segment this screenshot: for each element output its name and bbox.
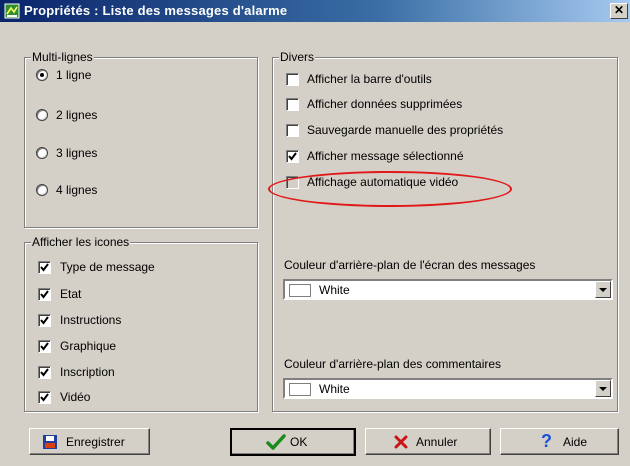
checkbox-checked-icon — [38, 366, 51, 379]
checkbox-label: Afficher message sélectionné — [307, 149, 464, 163]
checkbox-label: Afficher données supprimées — [307, 97, 463, 111]
checkbox-label: Instructions — [60, 313, 122, 327]
cancel-button-label: Annuler — [416, 435, 458, 449]
checkbox-label: Afficher la barre d'outils — [307, 72, 432, 86]
dropdown-arrow-icon[interactable] — [595, 281, 611, 298]
checkbox-label: Graphique — [60, 339, 117, 353]
properties-dialog: Propriétés : Liste des messages d'alarme… — [0, 0, 630, 466]
combo-value: White — [319, 382, 350, 396]
checkbox-unchecked-icon — [286, 98, 299, 111]
show-icons-legend: Afficher les icones — [31, 235, 131, 249]
checkbox-checked-icon — [38, 261, 51, 274]
highlight-ellipse-annotation — [268, 171, 512, 207]
help-button-label: Aide — [563, 435, 588, 449]
multilines-group: Multi-lignes — [24, 50, 258, 228]
cancel-button[interactable]: Annuler — [365, 428, 491, 455]
multilines-legend: Multi-lignes — [31, 50, 94, 64]
checkbox-unchecked-icon — [286, 124, 299, 137]
question-mark-icon: ? — [541, 431, 552, 451]
checkbox-label: Sauvegarde manuelle des propriétés — [307, 123, 504, 137]
title-bar[interactable]: Propriétés : Liste des messages d'alarme… — [0, 0, 630, 22]
ok-button-label: OK — [290, 435, 308, 449]
radio-button-icon — [36, 147, 48, 159]
save-button[interactable]: Enregistrer — [29, 428, 150, 455]
checkbox-checked-icon — [38, 391, 51, 404]
color-swatch — [289, 284, 311, 297]
window-title: Propriétés : Liste des messages d'alarme — [24, 3, 288, 18]
checkbox-checked-icon — [286, 150, 299, 163]
radio-label: 1 ligne — [56, 68, 92, 82]
radio-button-icon — [36, 184, 48, 196]
checkbox-label: Inscription — [60, 365, 115, 379]
radio-button-icon — [36, 109, 48, 121]
radio-label: 2 lignes — [56, 108, 98, 122]
combo-value: White — [319, 283, 350, 297]
floppy-disk-icon — [42, 434, 58, 453]
checkbox-label: Etat — [60, 287, 82, 301]
divers-legend: Divers — [279, 50, 316, 64]
checkbox-checked-icon — [38, 340, 51, 353]
bg-messages-label: Couleur d'arrière-plan de l'écran des me… — [284, 258, 536, 272]
bg-comments-color-select[interactable]: White — [283, 378, 613, 399]
checkbox-unchecked-icon — [286, 73, 299, 86]
dropdown-arrow-icon[interactable] — [595, 380, 611, 397]
color-swatch — [289, 383, 311, 396]
radio-label: 4 lignes — [56, 183, 98, 197]
close-icon[interactable]: ✕ — [610, 3, 628, 19]
ok-button[interactable]: OK — [230, 428, 356, 456]
save-button-label: Enregistrer — [66, 435, 125, 449]
checkbox-label: Vidéo — [60, 390, 91, 404]
properties-app-icon — [4, 3, 20, 19]
checkmark-icon — [266, 434, 286, 453]
cross-icon — [394, 435, 408, 452]
checkbox-checked-icon — [38, 288, 51, 301]
bg-messages-color-select[interactable]: White — [283, 279, 613, 300]
help-button[interactable]: ? Aide — [500, 428, 619, 455]
bg-comments-label: Couleur d'arrière-plan des commentaires — [284, 357, 502, 371]
checkbox-label: Type de message — [60, 260, 155, 274]
checkbox-checked-icon — [38, 314, 51, 327]
radio-label: 3 lignes — [56, 146, 98, 160]
radio-button-icon — [36, 69, 48, 81]
